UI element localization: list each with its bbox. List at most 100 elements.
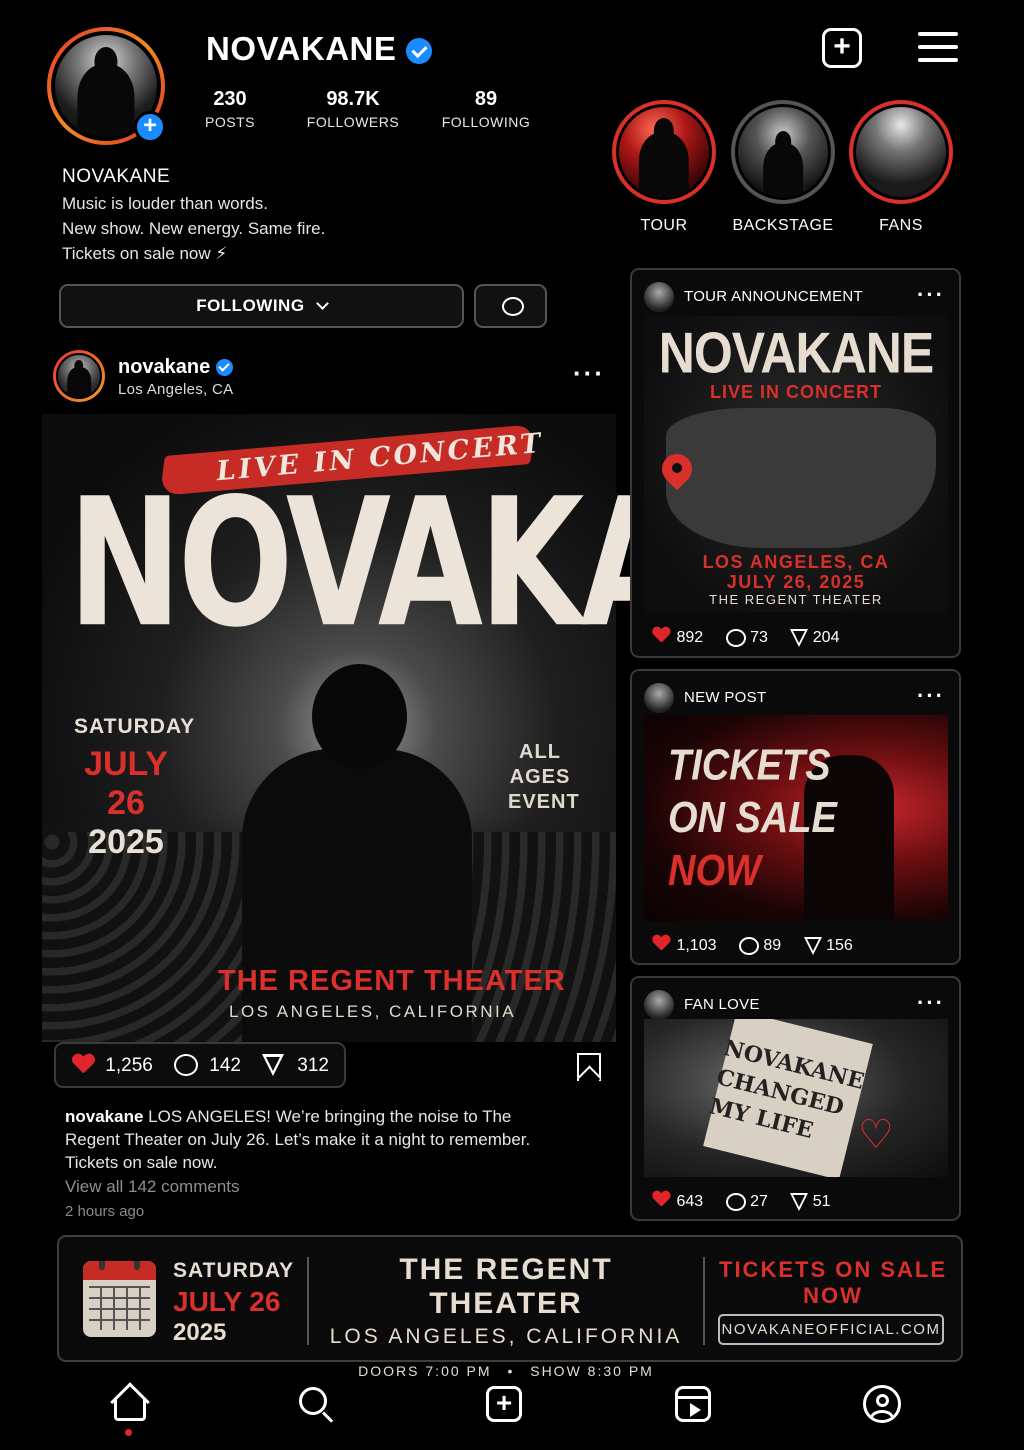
verified-badge-icon — [215, 359, 233, 377]
usa-map — [666, 408, 936, 548]
share-button[interactable]: 312 — [262, 1054, 329, 1077]
location-pin-dot — [672, 463, 682, 473]
comment-button[interactable]: 73 — [725, 629, 768, 647]
poster-city: LOS ANGELES, CALIFORNIA — [229, 1002, 517, 1021]
post-author-avatar[interactable] — [53, 350, 105, 402]
stat-label: FOLLOWERS — [306, 114, 400, 130]
stat-value: 98.7K — [326, 88, 380, 110]
comment-count: 89 — [763, 937, 782, 954]
post-author-name[interactable]: novakane — [118, 356, 233, 379]
new-post-button[interactable]: + — [822, 28, 862, 68]
card-art-city: LOS ANGELES, CA — [702, 552, 890, 572]
view-comments-link[interactable]: View all 142 comments — [65, 1177, 240, 1197]
comment-icon — [738, 937, 759, 955]
card-title: NEW POST — [684, 688, 767, 706]
card-header: TOUR ANNOUNCEMENT — [644, 282, 863, 312]
card-art-line: NOW — [668, 847, 761, 896]
share-button[interactable]: 204 — [790, 629, 839, 647]
like-button[interactable]: 1,103 — [650, 935, 716, 954]
more-options-icon[interactable]: ··· — [917, 990, 945, 1016]
share-button[interactable]: 51 — [790, 1193, 831, 1211]
card-image[interactable]: NOVAKANE LIVE IN CONCERT LOS ANGELES, CA… — [644, 316, 948, 612]
stat-value: 230 — [213, 88, 247, 110]
poster-ages-line: AGES — [509, 766, 571, 788]
more-options-icon[interactable]: ··· — [917, 683, 945, 709]
card-title: FAN LOVE — [684, 995, 760, 1013]
banner-year: 2025 — [173, 1319, 227, 1346]
stat-following[interactable]: 89 FOLLOWING — [436, 88, 536, 130]
home-icon[interactable] — [110, 1382, 152, 1436]
banner-venue: THE REGENT THEATER — [399, 1253, 613, 1320]
banner-doors: DOORS 7:00 PM — [358, 1363, 492, 1379]
hamburger-menu-icon[interactable] — [918, 32, 958, 62]
avatar — [644, 990, 674, 1020]
card-new-post[interactable]: NEW POST ··· TICKETS ON SALE NOW 1,103 8… — [630, 669, 961, 965]
like-button[interactable]: 643 — [650, 1193, 703, 1210]
profile-display-name: NOVAKANE — [62, 166, 171, 187]
caption-username[interactable]: novakane — [65, 1107, 143, 1126]
banner-cta: TICKETS ON SALE NOW — [719, 1257, 947, 1309]
heart-icon — [652, 1191, 670, 1207]
profile-icon[interactable] — [863, 1385, 901, 1423]
card-fan-love[interactable]: FAN LOVE ··· NOVAKANE CHANGED MY LIFE ♡ … — [630, 976, 961, 1221]
poster-year: 2025 — [88, 823, 164, 861]
card-art-line: TICKETS — [668, 741, 831, 790]
like-button[interactable]: 892 — [650, 629, 703, 646]
stat-label: POSTS — [205, 114, 255, 130]
create-icon[interactable]: + — [486, 1386, 522, 1422]
like-button[interactable]: 1,256 — [72, 1054, 153, 1077]
comment-icon — [174, 1054, 198, 1076]
comment-button[interactable]: 142 — [174, 1054, 241, 1077]
post-action-bar: 1,256 142 312 — [54, 1042, 346, 1088]
post-timestamp: 2 hours ago — [65, 1203, 145, 1220]
avatar — [644, 683, 674, 713]
post-more-options-icon[interactable]: ··· — [573, 360, 605, 386]
card-image[interactable]: NOVAKANE CHANGED MY LIFE ♡ — [644, 1019, 948, 1177]
share-count: 312 — [297, 1055, 329, 1076]
profile-bio: NOVAKANE Music is louder than words. New… — [62, 164, 325, 266]
highlight-fans[interactable]: FANS — [849, 100, 953, 235]
event-banner: SATURDAY JULY 26 2025 THE REGENT THEATER… — [57, 1235, 963, 1379]
send-icon — [790, 629, 809, 647]
heart-icon — [652, 627, 670, 643]
poster-date: SATURDAY JULY 26 2025 — [74, 715, 194, 862]
stat-label: FOLLOWING — [441, 114, 531, 130]
comment-button[interactable]: 89 — [738, 937, 782, 955]
card-image[interactable]: TICKETS ON SALE NOW — [644, 715, 948, 921]
stat-posts[interactable]: 230 POSTS — [200, 88, 260, 130]
stat-followers[interactable]: 98.7K FOLLOWERS — [300, 88, 406, 130]
stat-value: 89 — [474, 88, 498, 110]
card-art-date: JULY 26, 2025 — [726, 572, 866, 592]
poster-ages-line: EVENT — [508, 791, 580, 813]
comment-icon — [725, 629, 746, 647]
more-options-icon[interactable]: ··· — [917, 282, 945, 308]
banner-city: LOS ANGELES, CALIFORNIA — [329, 1325, 683, 1348]
reels-icon[interactable] — [675, 1386, 711, 1422]
following-button-label: FOLLOWING — [196, 296, 305, 315]
card-title: TOUR ANNOUNCEMENT — [684, 287, 863, 305]
search-icon[interactable] — [297, 1385, 337, 1425]
following-button[interactable]: FOLLOWING — [59, 284, 464, 328]
card-tour-announcement[interactable]: TOUR ANNOUNCEMENT ··· NOVAKANE LIVE IN C… — [630, 268, 961, 658]
heart-icon — [652, 935, 670, 951]
banner-venue-block: THE REGENT THEATER LOS ANGELES, CALIFORN… — [321, 1253, 691, 1379]
share-button[interactable]: 156 — [803, 937, 853, 955]
highlight-backstage[interactable]: BACKSTAGE — [731, 100, 835, 235]
card-art-line: ON SALE — [668, 794, 837, 843]
comment-button[interactable]: 27 — [725, 1193, 768, 1211]
bookmark-icon[interactable] — [577, 1053, 601, 1081]
card-stats: 1,103 89 156 — [650, 933, 871, 955]
poster-venue: THE REGENT THEATER — [218, 965, 566, 997]
highlight-tour[interactable]: TOUR — [612, 100, 716, 235]
bio-line: New show. New energy. Same fire. — [62, 219, 326, 238]
profile-username: NOVAKANE — [206, 30, 433, 68]
card-stats: 892 73 204 — [650, 625, 857, 647]
highlight-label: BACKSTAGE — [732, 217, 834, 234]
banner-date-text: JULY 26 — [173, 1286, 281, 1317]
card-header: FAN LOVE — [644, 990, 760, 1020]
post-location[interactable]: Los Angeles, CA — [118, 381, 233, 398]
website-link[interactable]: NOVAKANEOFFICIAL.COM — [718, 1314, 944, 1345]
message-button[interactable] — [474, 284, 547, 328]
add-story-icon[interactable]: + — [134, 111, 166, 143]
message-bubble-icon — [502, 297, 524, 316]
